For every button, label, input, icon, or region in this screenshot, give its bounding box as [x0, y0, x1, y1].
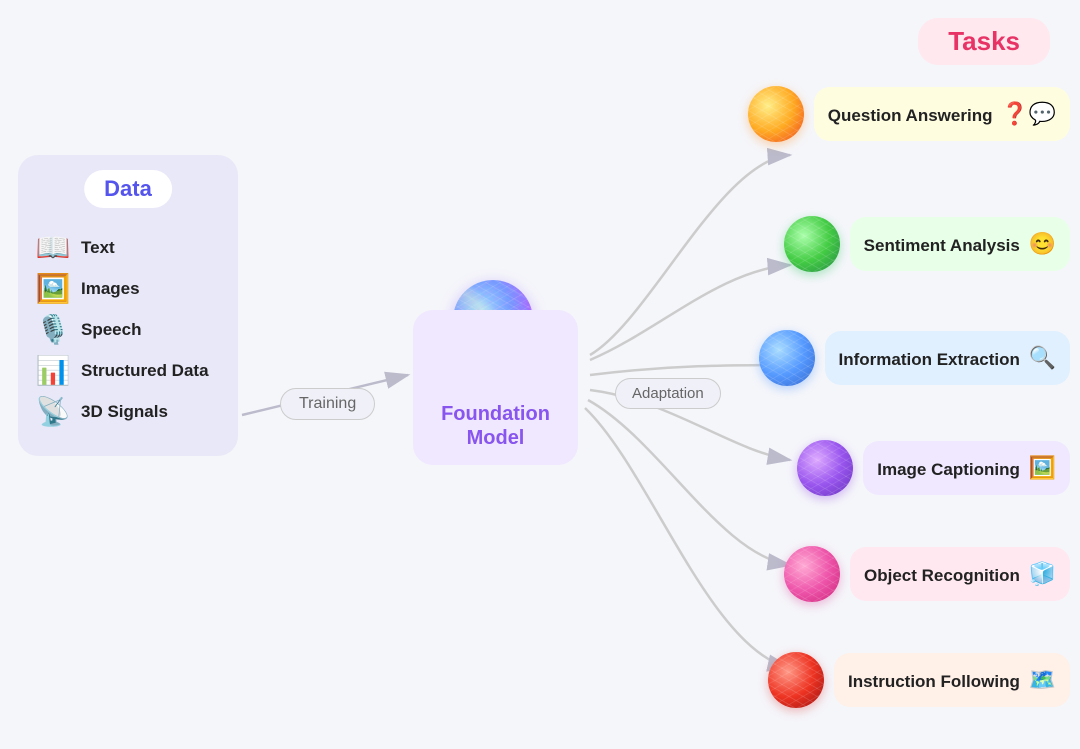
sphere-sa — [784, 216, 840, 272]
3d-label: 3D Signals — [81, 402, 168, 422]
card-ic: Image Captioning 🖼️ — [863, 441, 1070, 495]
text-label: Text — [81, 238, 115, 258]
card-if: Instruction Following 🗺️ — [834, 653, 1070, 707]
training-label: Training — [280, 388, 375, 420]
sphere-ie — [759, 330, 815, 386]
sphere-if — [768, 652, 824, 708]
foundation-model-box: FoundationModel — [413, 310, 578, 465]
label-ic: Image Captioning 🖼️ — [877, 455, 1056, 481]
images-label: Images — [81, 279, 140, 299]
tasks-title-box: Tasks — [918, 18, 1050, 65]
sphere-or — [784, 546, 840, 602]
data-title-box: Data — [84, 170, 172, 208]
card-qa: Question Answering ❓💬 — [814, 87, 1070, 141]
card-or: Object Recognition 🧊 — [850, 547, 1070, 601]
label-qa: Question Answering ❓💬 — [828, 101, 1056, 127]
data-item-text: 📖 Text — [33, 231, 223, 264]
sphere-qa — [748, 86, 804, 142]
speech-label: Speech — [81, 320, 141, 340]
label-or: Object Recognition 🧊 — [864, 561, 1056, 587]
task-qa: Question Answering ❓💬 — [748, 86, 1070, 142]
task-sa: Sentiment Analysis 😊 — [784, 216, 1070, 272]
card-ie: Information Extraction 🔍 — [825, 331, 1071, 385]
structured-label: Structured Data — [81, 361, 209, 381]
3d-icon: 📡 — [33, 395, 73, 428]
label-sa: Sentiment Analysis 😊 — [864, 231, 1056, 257]
data-panel: Data 📖 Text 🖼️ Images 🎙️ Speech 📊 Struct… — [18, 155, 238, 456]
data-item-images: 🖼️ Images — [33, 272, 223, 305]
speech-icon: 🎙️ — [33, 313, 73, 346]
task-if: Instruction Following 🗺️ — [768, 652, 1070, 708]
text-icon: 📖 — [33, 231, 73, 264]
task-or: Object Recognition 🧊 — [784, 546, 1070, 602]
sphere-ic — [797, 440, 853, 496]
structured-icon: 📊 — [33, 354, 73, 387]
foundation-model-title: FoundationModel — [441, 402, 550, 450]
label-if: Instruction Following 🗺️ — [848, 667, 1056, 693]
data-title: Data — [104, 176, 152, 201]
images-icon: 🖼️ — [33, 272, 73, 305]
task-ic: Image Captioning 🖼️ — [797, 440, 1070, 496]
data-item-3d: 📡 3D Signals — [33, 395, 223, 428]
task-ie: Information Extraction 🔍 — [759, 330, 1071, 386]
data-item-speech: 🎙️ Speech — [33, 313, 223, 346]
label-ie: Information Extraction 🔍 — [839, 345, 1057, 371]
adaptation-label: Adaptation — [615, 378, 721, 409]
card-sa: Sentiment Analysis 😊 — [850, 217, 1070, 271]
data-item-structured: 📊 Structured Data — [33, 354, 223, 387]
tasks-title: Tasks — [948, 26, 1020, 56]
